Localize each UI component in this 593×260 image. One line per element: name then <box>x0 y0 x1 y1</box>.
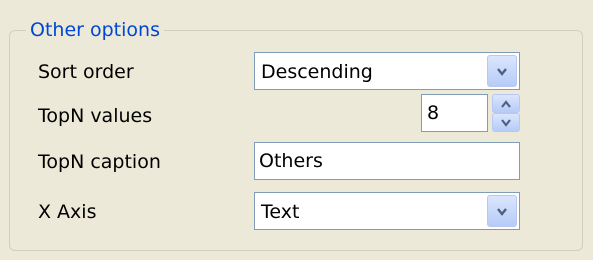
sort-order-value: Descending <box>261 61 373 83</box>
x-axis-dropdown-button[interactable] <box>487 195 517 227</box>
topn-caption-input[interactable] <box>259 149 509 173</box>
group-title: Other options <box>26 18 164 42</box>
topn-values-input-box[interactable] <box>421 94 488 132</box>
sort-order-label: Sort order <box>38 61 134 83</box>
topn-caption-input-box[interactable] <box>254 142 520 180</box>
sort-order-dropdown[interactable]: Descending <box>254 52 520 90</box>
arrow-up-icon <box>501 100 511 108</box>
topn-values-increment-button[interactable] <box>492 94 520 113</box>
arrow-down-icon <box>501 119 511 127</box>
topn-caption-label: TopN caption <box>38 151 161 173</box>
chevron-down-icon <box>497 68 507 76</box>
sort-order-dropdown-button[interactable] <box>487 55 517 87</box>
x-axis-dropdown[interactable]: Text <box>254 192 520 230</box>
topn-values-decrement-button[interactable] <box>492 113 520 132</box>
x-axis-value: Text <box>261 201 300 223</box>
topn-values-label: TopN values <box>38 105 153 127</box>
topn-values-input[interactable] <box>427 101 482 125</box>
chevron-down-icon <box>497 208 507 216</box>
x-axis-label: X Axis <box>38 201 97 223</box>
